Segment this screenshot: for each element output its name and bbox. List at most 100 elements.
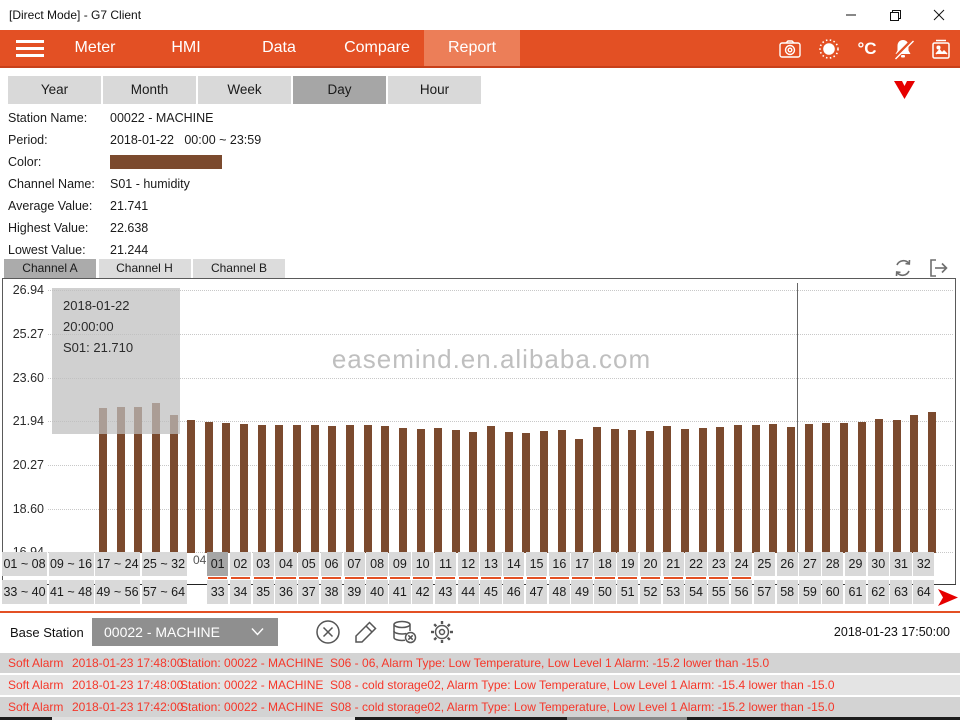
data-bar[interactable] xyxy=(646,431,654,553)
channel-cell-61[interactable]: 61 xyxy=(845,580,866,604)
channel-cell-24[interactable]: 24 xyxy=(731,552,752,576)
camera-icon[interactable] xyxy=(778,37,802,61)
scroll-right-arrow[interactable] xyxy=(938,589,958,606)
channel-cell-29[interactable]: 29 xyxy=(845,552,866,576)
data-bar[interactable] xyxy=(170,415,178,553)
channel-cell-35[interactable]: 35 xyxy=(253,580,274,604)
tab-year[interactable]: Year xyxy=(8,76,101,104)
channel-cell-44[interactable]: 44 xyxy=(458,580,479,604)
data-bar[interactable] xyxy=(628,430,636,553)
data-bar[interactable] xyxy=(699,428,707,553)
data-bar[interactable] xyxy=(258,425,266,553)
x-range-cell[interactable]: 33 ~ 40 xyxy=(2,580,47,604)
data-bar[interactable] xyxy=(769,424,777,553)
channel-cell-36[interactable]: 36 xyxy=(275,580,296,604)
data-bar[interactable] xyxy=(752,425,760,553)
data-bar[interactable] xyxy=(487,426,495,553)
channel-cell-03[interactable]: 03 xyxy=(253,552,274,576)
screenshot-gallery-icon[interactable] xyxy=(929,37,953,61)
base-station-dropdown[interactable]: 00022 - MACHINE xyxy=(92,618,278,646)
channel-cell-30[interactable]: 30 xyxy=(868,552,889,576)
channel-cell-41[interactable]: 41 xyxy=(389,580,410,604)
channel-cell-54[interactable]: 54 xyxy=(685,580,706,604)
data-bar[interactable] xyxy=(311,425,319,553)
channel-cell-19[interactable]: 19 xyxy=(617,552,638,576)
x-range-cell[interactable]: 17 ~ 24 xyxy=(95,552,140,576)
channel-cell-07[interactable]: 07 xyxy=(344,552,365,576)
channel-cell-39[interactable]: 39 xyxy=(344,580,365,604)
channel-cell-18[interactable]: 18 xyxy=(594,552,615,576)
tab-week[interactable]: Week xyxy=(198,76,291,104)
channel-cell-34[interactable]: 34 xyxy=(230,580,251,604)
channel-cell-16[interactable]: 16 xyxy=(549,552,570,576)
data-bar[interactable] xyxy=(187,420,195,553)
channel-cell-09[interactable]: 09 xyxy=(389,552,410,576)
channel-cell-25[interactable]: 25 xyxy=(754,552,775,576)
data-bar[interactable] xyxy=(469,432,477,553)
data-bar[interactable] xyxy=(575,439,583,553)
tab-month[interactable]: Month xyxy=(103,76,196,104)
channel-cell-28[interactable]: 28 xyxy=(822,552,843,576)
data-bar[interactable] xyxy=(205,422,213,553)
data-bar[interactable] xyxy=(840,423,848,553)
data-bar[interactable] xyxy=(787,427,795,553)
channel-cell-48[interactable]: 48 xyxy=(549,580,570,604)
channel-cell-05[interactable]: 05 xyxy=(298,552,319,576)
channel-cell-47[interactable]: 47 xyxy=(526,580,547,604)
data-bar[interactable] xyxy=(716,427,724,553)
channel-cell-04[interactable]: 04 xyxy=(275,552,296,576)
channel-cell-43[interactable]: 43 xyxy=(435,580,456,604)
database-clear-icon[interactable] xyxy=(391,619,417,645)
data-bar[interactable] xyxy=(858,422,866,553)
channel-cell-08[interactable]: 08 xyxy=(366,552,387,576)
channel-cell-45[interactable]: 45 xyxy=(480,580,501,604)
data-bar[interactable] xyxy=(611,429,619,553)
channel-cell-62[interactable]: 62 xyxy=(868,580,889,604)
data-bar[interactable] xyxy=(275,425,283,553)
data-bar[interactable] xyxy=(910,415,918,553)
x-range-cell[interactable]: 09 ~ 16 xyxy=(49,552,94,576)
restore-button[interactable] xyxy=(880,6,910,24)
data-bar[interactable] xyxy=(522,433,530,553)
data-bar[interactable] xyxy=(663,426,671,553)
channel-cell-50[interactable]: 50 xyxy=(594,580,615,604)
alarm-log-row[interactable]: Soft Alarm2018-01-23 17:48:00Station: 00… xyxy=(0,675,960,695)
tab-channel-a[interactable]: Channel A xyxy=(4,259,96,278)
settings-gear-icon[interactable] xyxy=(429,619,455,645)
minimize-button[interactable] xyxy=(836,6,866,24)
channel-cell-59[interactable]: 59 xyxy=(799,580,820,604)
data-bar[interactable] xyxy=(928,412,936,553)
brightness-icon[interactable] xyxy=(817,37,841,61)
data-bar[interactable] xyxy=(505,432,513,553)
channel-cell-10[interactable]: 10 xyxy=(412,552,433,576)
channel-cell-56[interactable]: 56 xyxy=(731,580,752,604)
channel-cell-37[interactable]: 37 xyxy=(298,580,319,604)
channel-cell-02[interactable]: 02 xyxy=(230,552,251,576)
export-icon[interactable] xyxy=(929,258,951,278)
menu-item-compare[interactable]: Compare xyxy=(336,30,418,66)
data-bar[interactable] xyxy=(893,420,901,553)
x-range-cell[interactable]: 49 ~ 56 xyxy=(95,580,140,604)
tab-channel-h[interactable]: Channel H xyxy=(99,259,191,278)
channel-cell-58[interactable]: 58 xyxy=(777,580,798,604)
channel-cell-13[interactable]: 13 xyxy=(480,552,501,576)
channel-cell-53[interactable]: 53 xyxy=(663,580,684,604)
menu-item-meter[interactable]: Meter xyxy=(60,30,130,66)
channel-cell-12[interactable]: 12 xyxy=(458,552,479,576)
celsius-indicator[interactable]: °C xyxy=(852,37,882,61)
expand-filter-arrow[interactable] xyxy=(893,80,916,100)
channel-cell-55[interactable]: 55 xyxy=(708,580,729,604)
channel-cell-23[interactable]: 23 xyxy=(708,552,729,576)
data-bar[interactable] xyxy=(434,428,442,553)
data-bar[interactable] xyxy=(558,430,566,553)
x-range-cell[interactable]: 57 ~ 64 xyxy=(142,580,187,604)
channel-cell-49[interactable]: 49 xyxy=(571,580,592,604)
data-bar[interactable] xyxy=(681,429,689,553)
menu-item-hmi[interactable]: HMI xyxy=(155,30,217,66)
data-bar[interactable] xyxy=(364,425,372,553)
data-bar[interactable] xyxy=(293,425,301,553)
close-button[interactable] xyxy=(924,6,954,24)
channel-cell-42[interactable]: 42 xyxy=(412,580,433,604)
channel-cell-63[interactable]: 63 xyxy=(890,580,911,604)
channel-cell-52[interactable]: 52 xyxy=(640,580,661,604)
